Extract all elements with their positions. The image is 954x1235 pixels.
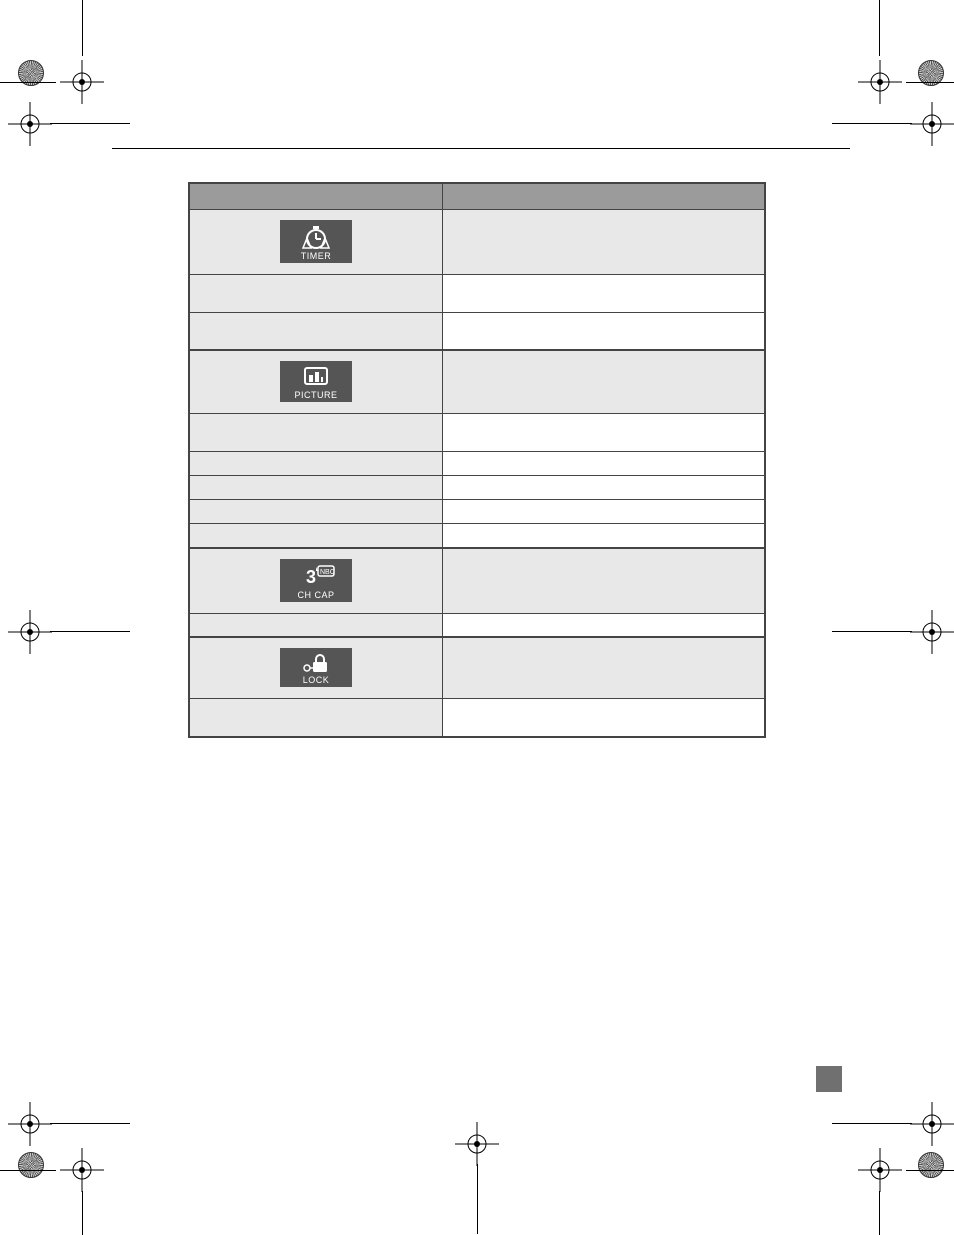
table-row [189, 414, 765, 452]
picture-icon-cell: PICTURE [189, 350, 442, 414]
picture-icon-label: PICTURE [294, 390, 337, 400]
chcap-number: 3 [306, 567, 316, 587]
chcap-badge-text: NBC [320, 569, 335, 576]
crop-mark-icon [910, 610, 954, 654]
header-cell-left [189, 183, 442, 209]
timer-icon-cell: TIMER [189, 209, 442, 274]
picture-icon: PICTURE [280, 361, 352, 402]
crop-line [879, 0, 880, 56]
crop-line [82, 1191, 83, 1235]
section-picture: PICTURE [189, 350, 765, 414]
crop-mark-icon [858, 1148, 902, 1192]
crop-line [82, 0, 83, 56]
crop-line [879, 1191, 880, 1235]
header-cell-right [442, 183, 765, 209]
crop-line [477, 1164, 478, 1234]
section-timer: TIMER [189, 209, 765, 274]
crop-line [50, 123, 130, 124]
table-header-row [189, 183, 765, 209]
chcap-icon-label: CH CAP [297, 590, 334, 600]
crop-line [0, 82, 56, 83]
crop-mark-icon [8, 1102, 52, 1146]
lock-icon-label: LOCK [303, 675, 330, 685]
section-lock: LOCK [189, 637, 765, 699]
crop-line [832, 123, 912, 124]
crop-line [906, 82, 954, 83]
crop-mark-ornament [918, 1152, 944, 1178]
crop-mark-icon [8, 610, 52, 654]
section-chcap: 3 NBC CH CAP [189, 548, 765, 614]
crop-line [832, 1123, 912, 1124]
crop-mark-icon [910, 102, 954, 146]
header-rule [112, 148, 850, 149]
crop-mark-icon [455, 1122, 499, 1166]
table-row [189, 500, 765, 524]
crop-mark-ornament [18, 1152, 44, 1178]
crop-line [0, 1170, 56, 1171]
lock-icon-cell: LOCK [189, 637, 442, 699]
crop-mark-icon [60, 60, 104, 104]
lock-icon: LOCK [280, 648, 352, 687]
crop-line [906, 1170, 954, 1171]
crop-mark-icon [858, 60, 902, 104]
table-row [189, 524, 765, 548]
chcap-icon-cell: 3 NBC CH CAP [189, 548, 442, 614]
crop-mark-icon [910, 1102, 954, 1146]
crop-line [50, 1123, 130, 1124]
menu-table: TIMER PICTURE [188, 182, 766, 738]
timer-icon-label: TIMER [301, 251, 332, 261]
crop-line [832, 631, 912, 632]
timer-desc-cell [442, 209, 765, 274]
chcap-icon: 3 NBC CH CAP [280, 559, 352, 602]
table-row [189, 312, 765, 350]
table-row [189, 613, 765, 637]
table-row [189, 476, 765, 500]
timer-icon: TIMER [280, 220, 352, 263]
lock-desc-cell [442, 637, 765, 699]
picture-desc-cell [442, 350, 765, 414]
page-number-box [816, 1066, 842, 1092]
chcap-desc-cell [442, 548, 765, 614]
crop-mark-icon [8, 102, 52, 146]
table-row [189, 452, 765, 476]
table-row [189, 699, 765, 737]
crop-mark-icon [60, 1148, 104, 1192]
table-row [189, 274, 765, 312]
crop-line [50, 631, 130, 632]
